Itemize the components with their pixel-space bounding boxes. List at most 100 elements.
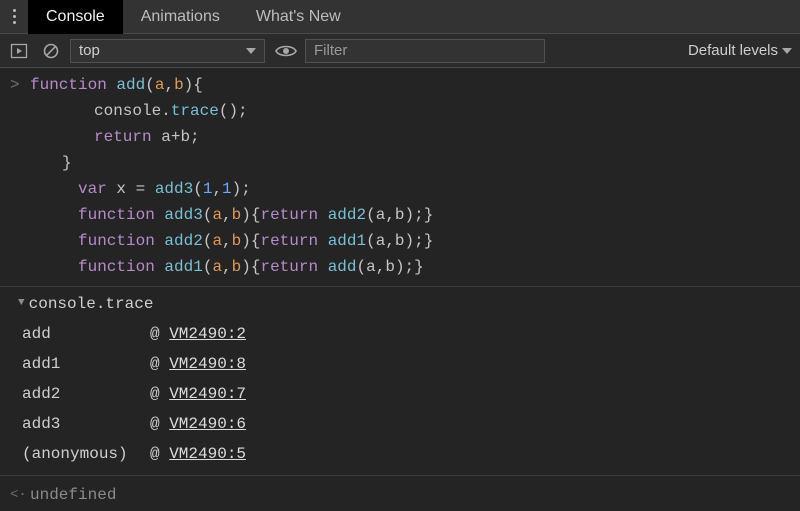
code-line: return a+b; [30, 124, 794, 150]
trace-row: add2@ VM2490:7 [22, 379, 794, 409]
trace-location: @ VM2490:2 [150, 319, 246, 349]
token-id: a [376, 206, 386, 224]
token-brk: , [376, 258, 386, 276]
token-kw: function [78, 206, 164, 224]
console-toolbar: top Default levels [0, 34, 800, 68]
execute-icon[interactable] [6, 38, 32, 64]
clear-console-icon[interactable] [38, 38, 64, 64]
token-brk: , [164, 76, 174, 94]
token-kw: return [260, 206, 327, 224]
token-brk: ( [203, 232, 213, 250]
token-fn: add2 [328, 206, 366, 224]
token-id: b [395, 206, 405, 224]
token-brk: ); [232, 180, 251, 198]
token-kw: return [260, 258, 327, 276]
tab-label: Animations [141, 8, 220, 26]
console-result-row: <· undefined [0, 476, 800, 511]
chevron-down-icon [782, 46, 792, 56]
trace-location: @ VM2490:5 [150, 439, 246, 469]
token-brk: , [222, 258, 232, 276]
tab-animations[interactable]: Animations [123, 0, 238, 34]
token-num: 1 [203, 180, 213, 198]
token-op: . [161, 102, 171, 120]
token-par: a [212, 206, 222, 224]
token-brk: ){ [241, 206, 260, 224]
token-brk: ( [203, 258, 213, 276]
token-kw: function [30, 76, 116, 94]
devtools-tab-bar: Console Animations What's New [0, 0, 800, 34]
disclosure-triangle-icon: ▼ [18, 288, 25, 318]
trace-row: (anonymous)@ VM2490:5 [22, 439, 794, 469]
trace-table: add@ VM2490:2add1@ VM2490:8add2@ VM2490:… [22, 319, 794, 469]
token-brk: );} [395, 258, 424, 276]
trace-fn-name: add1 [22, 349, 150, 379]
token-par: a [212, 232, 222, 250]
token-fn: add2 [164, 232, 202, 250]
code-line: } [30, 150, 794, 176]
token-id: console [94, 102, 161, 120]
token-brk: ( [366, 232, 376, 250]
token-brk: ( [366, 206, 376, 224]
trace-fn-name: (anonymous) [22, 439, 150, 469]
token-par: b [232, 206, 242, 224]
token-fn: add3 [155, 180, 193, 198]
token-fn: add [116, 76, 145, 94]
trace-fn-name: add3 [22, 409, 150, 439]
code-line: var x = add3(1,1); [30, 176, 794, 202]
token-brk: , [385, 206, 395, 224]
context-selector-value: top [79, 42, 100, 59]
token-brk: ( [357, 258, 367, 276]
kebab-menu-icon[interactable] [0, 0, 28, 34]
token-fn: add3 [164, 206, 202, 224]
code-body: function add(a,b){console.trace();return… [30, 72, 794, 280]
trace-row: add@ VM2490:2 [22, 319, 794, 349]
code-line: function add(a,b){ [30, 72, 794, 98]
code-line: console.trace(); [30, 98, 794, 124]
tab-console[interactable]: Console [28, 0, 123, 34]
trace-location: @ VM2490:7 [150, 379, 246, 409]
token-id: x [116, 180, 135, 198]
token-kw: function [78, 258, 164, 276]
token-par: a [155, 76, 165, 94]
token-brk: ){ [184, 76, 203, 94]
token-brk: );} [405, 232, 434, 250]
token-kw: var [78, 180, 116, 198]
chevron-down-icon [246, 46, 256, 56]
token-op: + [171, 128, 181, 146]
token-brk: (); [219, 102, 248, 120]
token-brk: ( [203, 206, 213, 224]
token-num: 1 [222, 180, 232, 198]
trace-source-link[interactable]: VM2490:6 [169, 415, 246, 433]
token-fn: add [328, 258, 357, 276]
trace-row: add1@ VM2490:8 [22, 349, 794, 379]
output-gutter-icon: <· [10, 482, 30, 508]
console-output: > function add(a,b){console.trace();retu… [0, 68, 800, 511]
code-line: function add3(a,b){return add2(a,b);} [30, 202, 794, 228]
trace-row: add3@ VM2490:6 [22, 409, 794, 439]
context-selector[interactable]: top [70, 39, 265, 63]
token-kw: return [94, 128, 161, 146]
token-fn: add1 [328, 232, 366, 250]
token-par: b [232, 258, 242, 276]
filter-input[interactable] [305, 39, 545, 63]
token-brk: } [62, 154, 72, 172]
token-brk: ){ [241, 258, 260, 276]
live-expression-icon[interactable] [273, 38, 299, 64]
tab-whats-new[interactable]: What's New [238, 0, 359, 34]
token-brk: ; [190, 128, 200, 146]
token-par: a [212, 258, 222, 276]
result-value: undefined [30, 482, 116, 508]
trace-source-link[interactable]: VM2490:2 [169, 325, 246, 343]
token-id: b [395, 232, 405, 250]
token-id: a [161, 128, 171, 146]
trace-heading[interactable]: ▼ console.trace [18, 289, 794, 319]
trace-source-link[interactable]: VM2490:7 [169, 385, 246, 403]
token-kw: function [78, 232, 164, 250]
trace-heading-label: console.trace [29, 289, 154, 319]
code-line: function add1(a,b){return add(a,b);} [30, 254, 794, 280]
trace-source-link[interactable]: VM2490:5 [169, 445, 246, 463]
trace-source-link[interactable]: VM2490:8 [169, 355, 246, 373]
token-brk: , [222, 232, 232, 250]
token-kw: return [260, 232, 327, 250]
log-levels-selector[interactable]: Default levels [688, 42, 794, 59]
